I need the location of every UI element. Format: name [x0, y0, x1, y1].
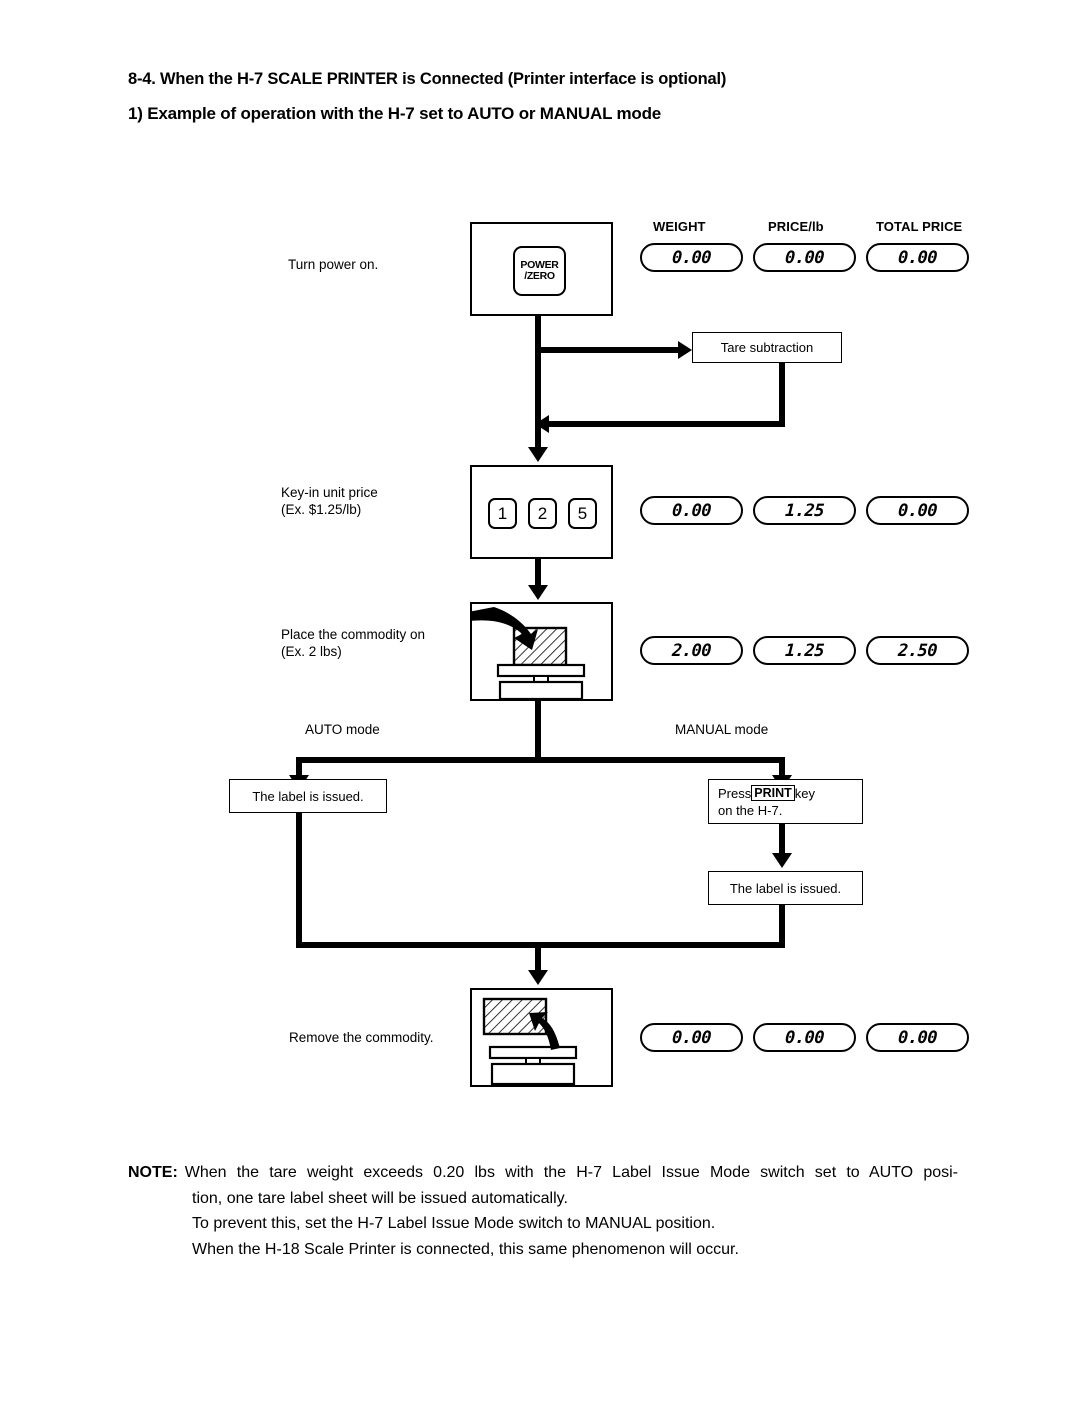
- scale-device-keypad: 1 2 5: [470, 465, 613, 559]
- note-block: NOTE: When the tare weight exceeds 0.20 …: [128, 1160, 958, 1262]
- scale-device-place-commodity: [470, 602, 613, 701]
- display-weight-step2: 0.00: [640, 496, 743, 525]
- print-keycap[interactable]: PRINT: [751, 785, 795, 801]
- flow-line-tare-return: [549, 421, 785, 427]
- flow-line-keypad-down: [535, 559, 541, 587]
- display-price-step2: 1.25: [753, 496, 856, 525]
- flow-arrow-to-remove: [528, 970, 548, 985]
- note-line-2: tion, one tare label sheet will be issue…: [192, 1189, 568, 1207]
- manual-page: 8-4. When the H-7 SCALE PRINTER is Conne…: [0, 0, 1080, 1402]
- numeric-key-1[interactable]: 1: [488, 498, 517, 529]
- manual-label-issued-text: The label is issued.: [729, 880, 842, 896]
- press-print-prefix: Press: [718, 786, 752, 801]
- display-price-step3: 1.25: [753, 636, 856, 665]
- press-print-line1: Press PRINT key: [718, 785, 853, 802]
- process-box-tare-subtraction: Tare subtraction: [692, 332, 842, 363]
- display-header-weight: WEIGHT: [653, 219, 706, 234]
- numeric-key-5[interactable]: 5: [568, 498, 597, 529]
- flow-line-main-trunk-1: [535, 347, 541, 447]
- note-first-row: NOTE: When the tare weight exceeds 0.20 …: [128, 1160, 958, 1186]
- display-weight-step4: 0.00: [640, 1023, 743, 1052]
- display-total-step4: 0.00: [866, 1023, 969, 1052]
- auto-label-issued-text: The label is issued.: [252, 788, 364, 804]
- process-box-auto-label-issued: The label is issued.: [229, 779, 387, 813]
- step-caption-place-line2: (Ex. 2 lbs): [281, 644, 342, 659]
- note-line-3: To prevent this, set the H-7 Label Issue…: [192, 1215, 716, 1232]
- press-print-suffix: key: [794, 786, 815, 801]
- place-commodity-illustration: [472, 607, 586, 699]
- power-zero-key-line2: /ZERO: [524, 270, 555, 282]
- flow-line-to-tare: [535, 347, 682, 353]
- flow-arrow-to-tare: [678, 341, 692, 359]
- step-caption-remove-commodity: Remove the commodity.: [289, 1030, 434, 1045]
- flow-arrow-to-keypad: [528, 447, 548, 462]
- display-total-step1: 0.00: [866, 243, 969, 272]
- display-total-step2: 0.00: [866, 496, 969, 525]
- remove-commodity-illustration: [482, 997, 578, 1085]
- flow-line-print-to-issue: [779, 824, 785, 855]
- display-price-step1: 0.00: [753, 243, 856, 272]
- note-line-4: When the H-18 Scale Printer is connected…: [192, 1240, 739, 1258]
- note-line-1: When the tare weight exceeds 0.20 lbs wi…: [184, 1164, 958, 1181]
- press-print-line2: on the H-7.: [718, 803, 783, 818]
- scale-device-power: POWER /ZERO: [470, 222, 613, 316]
- flow-line-branch-split: [296, 757, 785, 763]
- display-header-price: PRICE/lb: [768, 219, 824, 234]
- flow-line-branch-stem: [535, 701, 541, 763]
- step-caption-place-line1: Place the commodity on: [281, 627, 426, 642]
- display-weight-step1: 0.00: [640, 243, 743, 272]
- tare-subtraction-label: Tare subtraction: [720, 340, 814, 355]
- operation-flow-diagram: WEIGHT PRICE/lb TOTAL PRICE Turn power o…: [0, 0, 1080, 1110]
- display-price-step4: 0.00: [753, 1023, 856, 1052]
- note-tag: NOTE:: [128, 1164, 178, 1181]
- step-caption-key-in-line1: Key-in unit price: [281, 485, 378, 500]
- display-total-step3: 2.50: [866, 636, 969, 665]
- process-box-manual-label-issued: The label is issued.: [708, 871, 863, 905]
- numeric-key-2[interactable]: 2: [528, 498, 557, 529]
- display-weight-step3: 2.00: [640, 636, 743, 665]
- flow-arrow-to-place: [528, 585, 548, 600]
- branch-label-auto: AUTO mode: [305, 722, 380, 737]
- flow-line-merge-stem: [535, 942, 541, 973]
- flow-line-tare-down: [779, 363, 785, 427]
- branch-label-manual: MANUAL mode: [675, 722, 769, 737]
- process-box-press-print: Press PRINT key on the H-7.: [708, 779, 863, 824]
- scale-device-remove-commodity: [470, 988, 613, 1087]
- flow-arrow-print-to-issue: [772, 853, 792, 868]
- step-caption-turn-power-on: Turn power on.: [288, 257, 379, 272]
- display-header-total-price: TOTAL PRICE: [876, 219, 963, 234]
- flow-line-auto-merge-down: [296, 813, 302, 948]
- power-zero-key[interactable]: POWER /ZERO: [513, 246, 566, 296]
- step-caption-key-in-line2: (Ex. $1.25/lb): [281, 502, 362, 517]
